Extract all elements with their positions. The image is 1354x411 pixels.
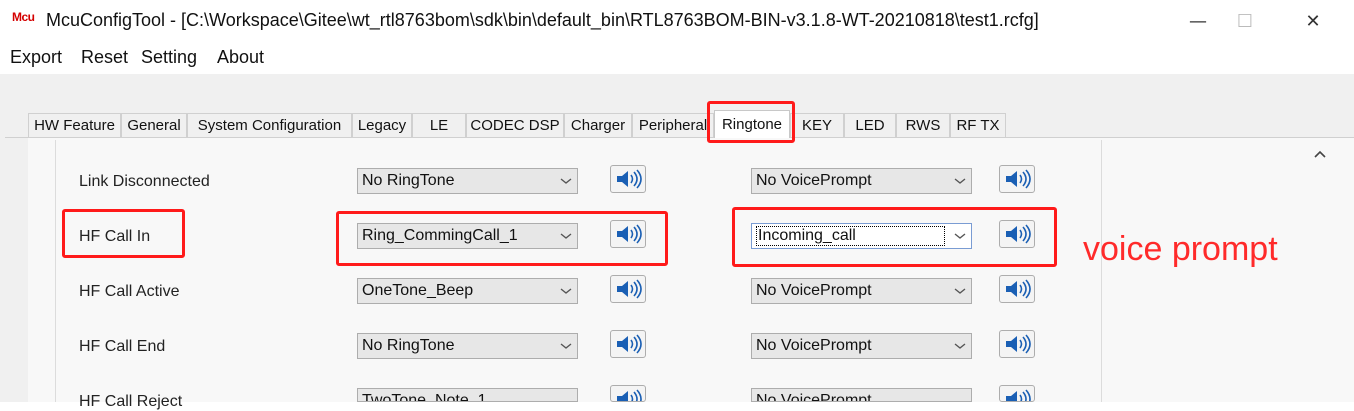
maximize-button[interactable]: ☐	[1222, 6, 1268, 36]
play-voice-prompt-button[interactable]	[999, 275, 1035, 303]
chevron-down-icon	[949, 284, 971, 298]
speaker-icon	[1006, 334, 1031, 354]
speaker-icon	[617, 279, 642, 299]
app-logo-icon: Mcu	[12, 10, 35, 24]
voice-prompt-value: No VoicePrompt	[756, 392, 872, 402]
voice-prompt-value: No VoicePrompt	[756, 337, 872, 354]
highlight-voice-prompt-row	[732, 207, 1057, 267]
ringtone-value: No RingTone	[362, 172, 455, 189]
chevron-down-icon	[949, 339, 971, 353]
chevron-down-icon	[555, 174, 577, 188]
row-label: Link Disconnected	[79, 173, 210, 190]
tab-rf-tx[interactable]: RF TX	[950, 113, 1006, 137]
tab-codec-dsp[interactable]: CODEC DSP	[466, 113, 564, 137]
speaker-icon	[1006, 279, 1031, 299]
play-ringtone-button[interactable]	[610, 165, 646, 193]
close-icon: ✕	[1305, 10, 1321, 32]
play-ringtone-button[interactable]	[610, 385, 646, 402]
tab-system-configuration[interactable]: System Configuration	[187, 113, 352, 137]
ringtone-select[interactable]: No RingTone	[357, 333, 578, 359]
tab-rws[interactable]: RWS	[896, 113, 950, 137]
tab-hw-feature[interactable]: HW Feature	[28, 113, 121, 137]
menu-about[interactable]: About	[217, 47, 264, 68]
voice-prompt-select[interactable]: No VoicePrompt	[751, 388, 972, 402]
ringtone-value: OneTone_Beep	[362, 282, 474, 299]
tab-led[interactable]: LED	[844, 113, 896, 137]
speaker-icon	[617, 169, 642, 189]
scroll-up-button[interactable]	[1310, 144, 1330, 164]
play-ringtone-button[interactable]	[610, 330, 646, 358]
play-voice-prompt-button[interactable]	[999, 385, 1035, 402]
row-label: HF Call Active	[79, 283, 180, 300]
speaker-icon	[1006, 169, 1031, 189]
close-button[interactable]: ✕	[1290, 6, 1336, 36]
menu-bar	[0, 44, 1354, 74]
play-voice-prompt-button[interactable]	[999, 165, 1035, 193]
annotation-voice-prompt: voice prompt	[1083, 230, 1278, 268]
speaker-icon	[617, 334, 642, 354]
chevron-up-icon	[1314, 150, 1326, 158]
voice-prompt-select[interactable]: No VoicePrompt	[751, 278, 972, 304]
highlight-hf-call-in-label	[62, 209, 185, 258]
window-title: McuConfigTool - [C:\Workspace\Gitee\wt_r…	[46, 10, 1039, 30]
menu-setting[interactable]: Setting	[141, 47, 197, 68]
row-label: HF Call End	[79, 338, 166, 355]
chevron-down-icon	[949, 174, 971, 188]
chevron-down-icon	[555, 339, 577, 353]
speaker-icon	[617, 389, 642, 401]
menu-export[interactable]: Export	[10, 47, 62, 68]
highlight-ringtone-row	[336, 211, 668, 266]
voice-prompt-select[interactable]: No VoicePrompt	[751, 333, 972, 359]
ringtone-value: TwoTone_Note_1	[362, 392, 487, 402]
row-label: HF Call Reject	[79, 393, 183, 410]
tab-charger[interactable]: Charger	[564, 113, 632, 137]
speaker-icon	[1006, 389, 1031, 401]
tab-key[interactable]: KEY	[790, 113, 844, 137]
play-voice-prompt-button[interactable]	[999, 330, 1035, 358]
highlight-ringtone-tab	[707, 101, 795, 143]
voice-prompt-value: No VoicePrompt	[756, 172, 872, 189]
menu-reset[interactable]: Reset	[81, 47, 128, 68]
tab-le[interactable]: LE	[412, 113, 466, 137]
minimize-icon: —	[1189, 10, 1207, 32]
minimize-button[interactable]: —	[1175, 6, 1221, 36]
tab-peripheral[interactable]: Peripheral	[632, 113, 714, 137]
tab-strip-edge	[5, 113, 28, 138]
tab-general[interactable]: General	[121, 113, 187, 137]
ringtone-value: No RingTone	[362, 337, 455, 354]
ringtone-select[interactable]: OneTone_Beep	[357, 278, 578, 304]
play-ringtone-button[interactable]	[610, 275, 646, 303]
ringtone-select[interactable]: TwoTone_Note_1	[357, 388, 578, 402]
voice-prompt-select[interactable]: No VoicePrompt	[751, 168, 972, 194]
chevron-down-icon	[555, 284, 577, 298]
maximize-icon: ☐	[1236, 10, 1254, 32]
tab-legacy[interactable]: Legacy	[352, 113, 412, 137]
ringtone-select[interactable]: No RingTone	[357, 168, 578, 194]
voice-prompt-value: No VoicePrompt	[756, 282, 872, 299]
